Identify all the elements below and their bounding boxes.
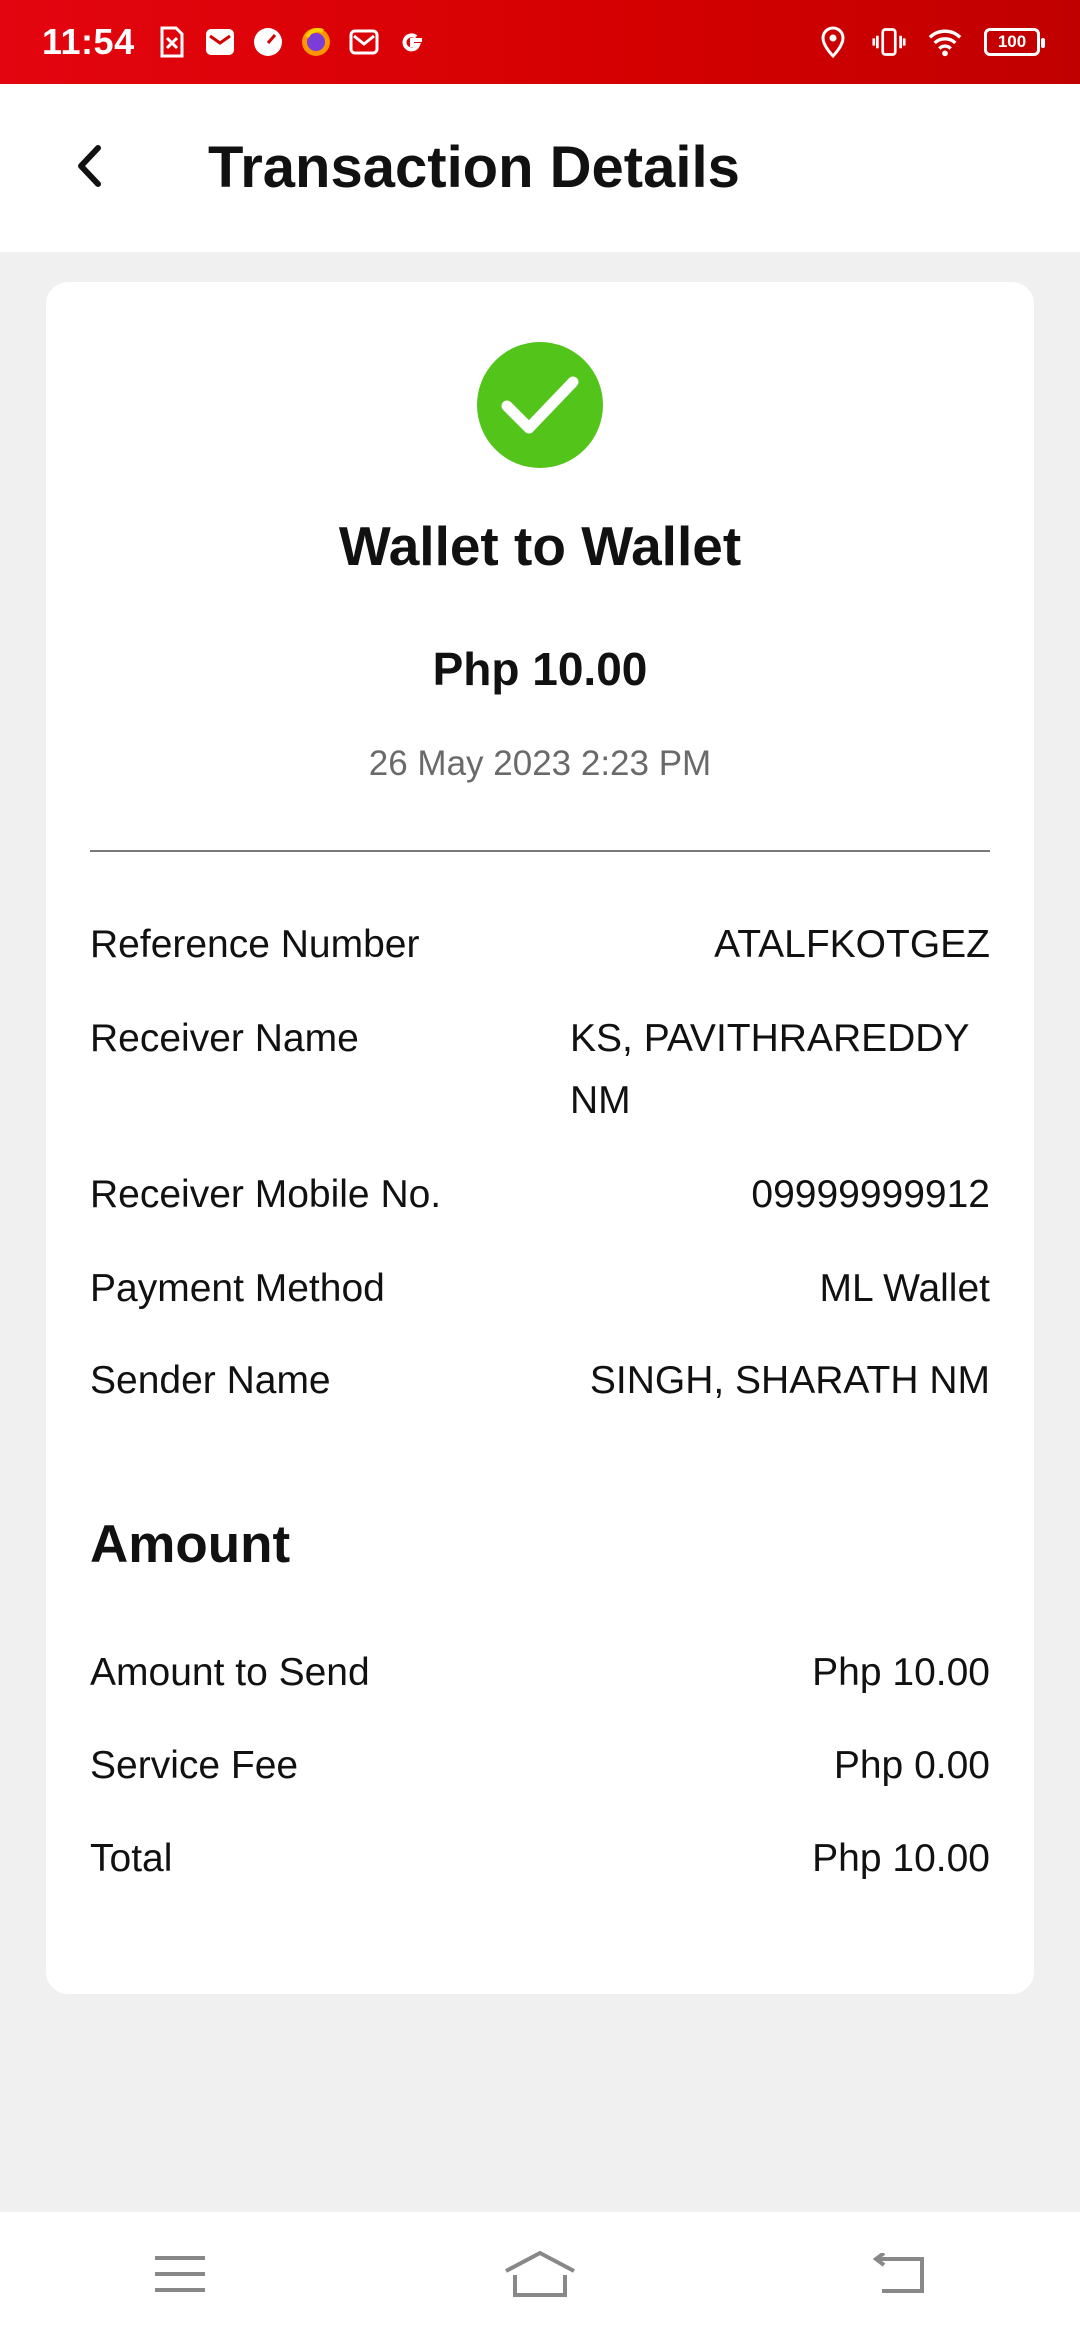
amount-row-total: Total Php 10.00 bbox=[90, 1828, 990, 1890]
detail-value: 09999999912 bbox=[751, 1173, 990, 1216]
amount-section-title: Amount bbox=[90, 1515, 291, 1574]
amount-row-to-send: Amount to Send Php 10.00 bbox=[90, 1642, 990, 1704]
firefox-icon bbox=[299, 25, 333, 59]
detail-label: Receiver Mobile No. bbox=[90, 1173, 442, 1216]
back-button[interactable] bbox=[60, 134, 120, 202]
amount-label: Service Fee bbox=[90, 1744, 299, 1787]
detail-label: Payment Method bbox=[90, 1267, 385, 1310]
transaction-card: Wallet to Wallet Php 10.00 26 May 2023 2… bbox=[46, 282, 1034, 1994]
transaction-datetime: 26 May 2023 2:23 PM bbox=[368, 744, 712, 783]
detail-value: ML Wallet bbox=[819, 1267, 990, 1310]
chevron-left-icon bbox=[76, 144, 104, 193]
divider bbox=[90, 850, 990, 852]
vibrate-icon bbox=[872, 25, 906, 59]
google-icon bbox=[395, 25, 429, 59]
back-icon bbox=[872, 2250, 928, 2300]
transaction-amount: Php 10.00 bbox=[432, 643, 648, 695]
page-title: Transaction Details bbox=[208, 135, 740, 200]
detail-row-receiver-mobile: Receiver Mobile No. 09999999912 bbox=[90, 1164, 990, 1226]
app-header: Transaction Details bbox=[0, 84, 1080, 252]
amount-row-service-fee: Service Fee Php 0.00 bbox=[90, 1735, 990, 1797]
amount-value: Php 10.00 bbox=[812, 1651, 990, 1694]
detail-label: Sender Name bbox=[90, 1359, 331, 1402]
home-icon bbox=[503, 2249, 577, 2304]
amount-label: Total bbox=[90, 1837, 173, 1880]
mail-icon bbox=[203, 25, 237, 59]
system-nav-bar bbox=[0, 2212, 1080, 2340]
menu-button[interactable] bbox=[120, 2236, 240, 2316]
status-time: 11:54 bbox=[42, 21, 135, 62]
transaction-type: Wallet to Wallet bbox=[338, 515, 742, 577]
detail-value: SINGH, SHARATH NM bbox=[589, 1359, 990, 1402]
detail-label: Receiver Name bbox=[90, 1017, 359, 1060]
status-bar-right: 100 bbox=[816, 25, 1045, 59]
detail-row-reference: Reference Number ATALFKOTGEZ bbox=[90, 914, 990, 976]
detail-row-sender-name: Sender Name SINGH, SHARATH NM bbox=[90, 1350, 990, 1412]
location-icon bbox=[816, 25, 850, 59]
speedometer-icon bbox=[251, 25, 285, 59]
menu-icon bbox=[153, 2254, 207, 2299]
back-nav-button[interactable] bbox=[840, 2236, 960, 2316]
amount-label: Amount to Send bbox=[90, 1651, 370, 1694]
battery-icon: 100 bbox=[984, 28, 1045, 56]
wifi-icon bbox=[928, 25, 962, 59]
detail-value: KS, PAVITHRAREDDY NM bbox=[570, 1017, 969, 1122]
status-bar-left: 11:54 bbox=[42, 21, 429, 63]
detail-row-payment-method: Payment Method ML Wallet bbox=[90, 1258, 990, 1320]
detail-value: ATALFKOTGEZ bbox=[714, 923, 990, 966]
detail-row-receiver-name: Receiver Name KS, PAVITHRAREDDY NM bbox=[90, 1008, 990, 1132]
amount-value: Php 10.00 bbox=[812, 1837, 990, 1880]
success-check-icon bbox=[477, 342, 603, 468]
sim-error-icon bbox=[155, 25, 189, 59]
amount-value: Php 0.00 bbox=[833, 1744, 990, 1787]
status-bar: 11:54 100 bbox=[0, 0, 1080, 84]
gmail-icon bbox=[347, 25, 381, 59]
detail-label: Reference Number bbox=[90, 923, 420, 966]
home-button[interactable] bbox=[480, 2236, 600, 2316]
